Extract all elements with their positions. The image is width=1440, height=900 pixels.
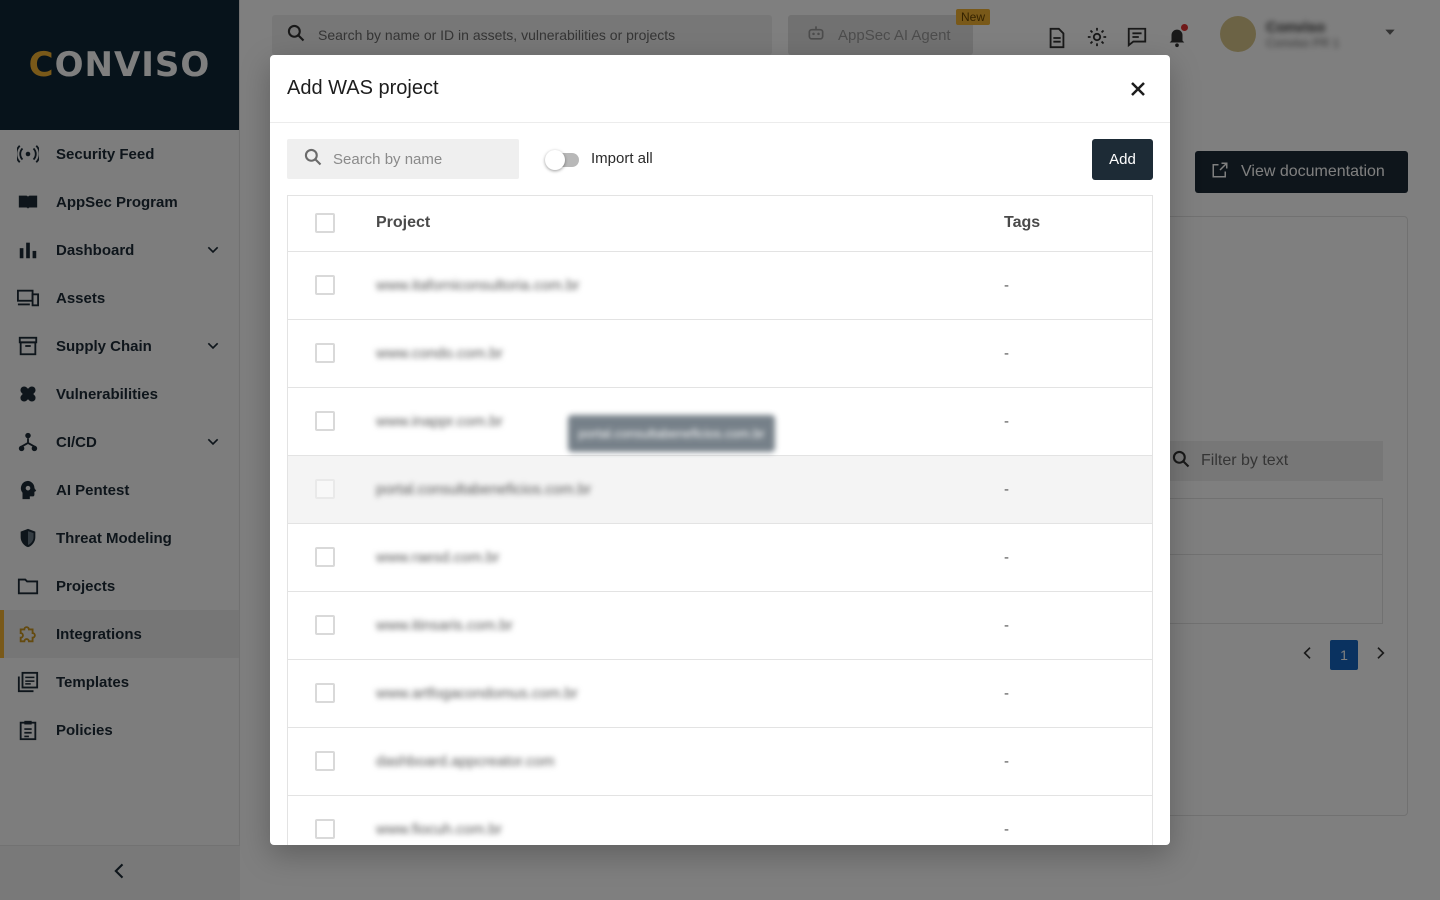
project-name: portal.consultabeneficios.com.br	[376, 481, 592, 498]
row-checkbox[interactable]	[315, 547, 335, 567]
table-row[interactable]: portal.consultabeneficios.com.br -	[288, 456, 1152, 524]
row-checkbox[interactable]	[315, 411, 335, 431]
project-name: dashboard.appcreator.com	[376, 753, 555, 770]
project-name: www.fiocuh.com.br	[376, 821, 502, 838]
project-tags: -	[1004, 617, 1009, 634]
name-search-field[interactable]	[287, 139, 519, 179]
projects-table: Project Tags www.itaforniconsultoria.com…	[287, 195, 1153, 845]
select-all-checkbox[interactable]	[315, 213, 335, 233]
import-all-toggle[interactable]	[545, 150, 579, 170]
project-tags: -	[1004, 345, 1009, 362]
table-row[interactable]: www.itinsaris.com.br -	[288, 592, 1152, 660]
table-row[interactable]: dashboard.appcreator.com -	[288, 728, 1152, 796]
project-tags: -	[1004, 685, 1009, 702]
table-row[interactable]: www.artfogacondomus.com.br -	[288, 660, 1152, 728]
table-header: Project Tags	[288, 196, 1152, 252]
row-checkbox[interactable]	[315, 343, 335, 363]
modal-controls: Import all Add	[287, 139, 1153, 180]
project-tags: -	[1004, 277, 1009, 294]
project-tags: -	[1004, 549, 1009, 566]
project-tags: -	[1004, 753, 1009, 770]
project-name: www.itinsaris.com.br	[376, 617, 513, 634]
project-name: www.inappr.com.br	[376, 413, 503, 430]
row-checkbox[interactable]	[315, 751, 335, 771]
project-name-tooltip: portal.consultabeneficios.com.br	[568, 415, 775, 452]
project-name: www.raesd.com.br	[376, 549, 500, 566]
project-name: www.condo.com.br	[376, 345, 503, 362]
row-checkbox[interactable]	[315, 819, 335, 839]
modal-header: Add WAS project	[270, 55, 1170, 123]
row-checkbox[interactable]	[315, 615, 335, 635]
add-was-project-modal: Add WAS project Import all Add Project T…	[270, 55, 1170, 845]
project-name: www.artfogacondomus.com.br	[376, 685, 578, 702]
column-header-tags: Tags	[1004, 214, 1041, 231]
import-all-label: Import all	[591, 150, 653, 167]
row-checkbox[interactable]	[315, 275, 335, 295]
close-icon[interactable]	[1126, 77, 1150, 101]
table-row[interactable]: www.raesd.com.br -	[288, 524, 1152, 592]
column-header-project: Project	[376, 214, 431, 231]
table-row[interactable]: www.itaforniconsultoria.com.br -	[288, 252, 1152, 320]
add-button[interactable]: Add	[1092, 139, 1153, 180]
search-icon	[303, 147, 323, 172]
table-row[interactable]: www.fiocuh.com.br -	[288, 796, 1152, 845]
row-checkbox[interactable]	[315, 683, 335, 703]
modal-title: Add WAS project	[287, 77, 439, 99]
row-checkbox[interactable]	[315, 479, 335, 499]
name-search-input[interactable]	[333, 150, 503, 168]
project-tags: -	[1004, 413, 1009, 430]
table-row[interactable]: www.condo.com.br -	[288, 320, 1152, 388]
project-tags: -	[1004, 821, 1009, 838]
toggle-knob	[545, 150, 565, 170]
project-tags: -	[1004, 481, 1009, 498]
project-name: www.itaforniconsultoria.com.br	[376, 277, 580, 294]
